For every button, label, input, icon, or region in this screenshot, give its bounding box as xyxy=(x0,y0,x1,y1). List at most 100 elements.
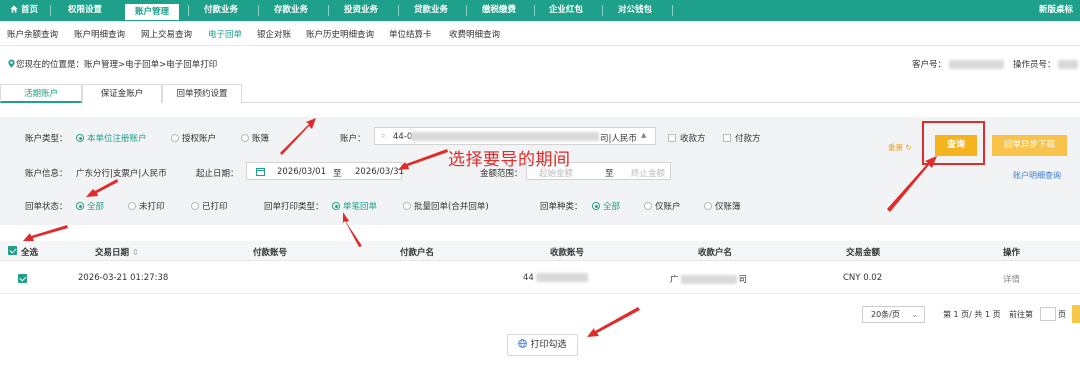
checkbox-icon xyxy=(723,134,731,142)
chevron-down-icon: ⌄ xyxy=(911,310,918,319)
select-all-checkbox[interactable] xyxy=(8,246,17,255)
goto-page-input[interactable] xyxy=(1040,307,1056,321)
location-pin-icon xyxy=(8,59,15,68)
tab-current-account[interactable]: 活期账户 xyxy=(0,84,82,103)
async-download-button[interactable]: 回单异步下载 xyxy=(992,135,1067,156)
row-payee-acct: 44 xyxy=(523,273,588,283)
subnav-balance[interactable]: 账户余额查询 xyxy=(7,28,58,40)
col-payer-acct: 付款账号 xyxy=(253,248,288,258)
amount-to-label: 至 xyxy=(605,169,614,179)
subnav-history[interactable]: 账户历史明细查询 xyxy=(306,28,374,40)
status-label: 回单状态： xyxy=(25,202,68,212)
goto-button[interactable] xyxy=(1072,305,1080,323)
payer-checkbox[interactable]: 付款方 xyxy=(723,132,761,144)
radio-checked-icon xyxy=(76,134,84,142)
row-payee-name-start: 广 xyxy=(670,275,679,285)
row-detail-link[interactable]: 详情 xyxy=(1003,273,1020,285)
nav-home[interactable]: 首页 xyxy=(4,0,44,21)
receipt-type-label: 回单种类： xyxy=(540,202,583,212)
row-payee-acct-prefix: 44 xyxy=(523,273,534,283)
status-all[interactable]: 全部 xyxy=(76,200,104,212)
operator-no-label: 操作员号： xyxy=(1013,60,1056,70)
subnav-fee-detail[interactable]: 收费明细查询 xyxy=(449,28,500,40)
subnav-settlement-card[interactable]: 单位结算卡 xyxy=(389,28,432,40)
date-range-picker[interactable]: 2026/03/01 至 2026/03/31 xyxy=(246,162,404,180)
nav-permissions[interactable]: 权限设置 xyxy=(55,0,115,21)
nav-deposit[interactable]: 存款业务 xyxy=(262,0,320,21)
date-range-label: 起止日期： xyxy=(196,169,239,179)
receipt-type-account-label: 仅账户 xyxy=(655,202,681,212)
tab-receipt-schedule[interactable]: 回单预约设置 xyxy=(162,84,242,103)
nav-red-packet[interactable]: 企业红包 xyxy=(537,0,595,21)
col-action: 操作 xyxy=(1003,248,1021,258)
highlight-box xyxy=(922,121,985,165)
page-size-select[interactable]: 20条/页 ⌄ xyxy=(862,306,925,323)
acct-type-registered[interactable]: 本单位注册账户 xyxy=(76,132,147,144)
nav-loan[interactable]: 贷款业务 xyxy=(402,0,460,21)
col-payee-acct: 收款账号 xyxy=(550,248,585,258)
account-prefix: 44-0 xyxy=(393,132,413,142)
acct-type-ledger[interactable]: 账簿 xyxy=(241,132,269,144)
page-info: 第 1 页/ 共 1 页 xyxy=(943,310,1001,319)
receipt-type-account[interactable]: 仅账户 xyxy=(644,200,681,212)
payee-checkbox[interactable]: 收款方 xyxy=(668,132,706,144)
select-all-label: 全选 xyxy=(21,248,39,258)
print-selected-label: 打印勾选 xyxy=(530,340,567,350)
print-type-single[interactable]: 单笔回单 xyxy=(332,200,377,212)
nav-payment[interactable]: 付款业务 xyxy=(192,0,250,21)
account-detail-link[interactable]: 账户明细查询 xyxy=(1013,170,1061,181)
row-payee-name-masked xyxy=(680,275,737,284)
col-date[interactable]: 交易日期 ⇕ xyxy=(95,246,139,258)
radio-icon xyxy=(644,202,652,210)
status-unprinted[interactable]: 未打印 xyxy=(128,200,165,212)
receipt-type-ledger[interactable]: 仅账簿 xyxy=(704,200,741,212)
row-checkbox[interactable] xyxy=(18,274,27,283)
calendar-icon xyxy=(256,168,265,176)
amount-to-placeholder: 终止金额 xyxy=(631,169,666,179)
nav-new-version[interactable]: 新版桌标 xyxy=(1032,0,1080,21)
breadcrumb-text: 您现在的位置是：账户管理>电子回单>电子回单打印 xyxy=(16,60,218,70)
col-date-label: 交易日期 xyxy=(95,248,130,258)
radio-checked-icon xyxy=(76,202,84,210)
row-payee-acct-masked xyxy=(535,273,588,282)
globe-icon xyxy=(518,339,528,348)
refresh-icon: ↻ xyxy=(905,143,912,152)
customer-no: 客户号： xyxy=(912,58,1004,70)
status-printed[interactable]: 已打印 xyxy=(191,200,228,212)
row-date: 2026-03-21 01:27:38 xyxy=(78,273,169,283)
acct-info-value: 广东分行|支票户|人民币 xyxy=(76,169,167,179)
subnav-detail[interactable]: 账户明细查询 xyxy=(74,28,125,40)
subnav-e-receipt[interactable]: 电子回单 xyxy=(208,28,242,40)
tab-margin-account[interactable]: 保证金账户 xyxy=(82,84,162,103)
page-unit: 页 xyxy=(1058,310,1066,319)
subnav-online-trans[interactable]: 网上交易查询 xyxy=(141,28,192,40)
reset-button[interactable]: 重置 ↻ xyxy=(888,142,912,153)
nav-investment[interactable]: 投资业务 xyxy=(331,0,391,21)
print-type-batch[interactable]: 批量回单(合并回单) xyxy=(403,200,489,212)
print-type-single-label: 单笔回单 xyxy=(343,202,378,212)
print-type-batch-label: 批量回单(合并回单) xyxy=(414,202,489,212)
receipt-type-all[interactable]: 全部 xyxy=(592,200,620,212)
col-payer-name: 付款户名 xyxy=(400,248,435,258)
nav-account-management[interactable]: 账户管理 xyxy=(124,3,180,20)
customer-no-label: 客户号： xyxy=(912,60,947,70)
subnav-reconcile[interactable]: 银企对账 xyxy=(257,28,291,40)
caret-up-icon: ▲ xyxy=(641,131,647,139)
start-date: 2026/03/01 xyxy=(277,167,326,177)
operator-no-masked xyxy=(1058,60,1079,69)
nav-tax[interactable]: 缴税缴费 xyxy=(470,0,528,21)
home-icon xyxy=(10,5,18,13)
receipt-type-all-label: 全部 xyxy=(603,202,621,212)
acct-type-authorized[interactable]: 授权账户 xyxy=(171,132,216,144)
account-suffix: 司|人民币 xyxy=(600,134,637,144)
table-row[interactable]: 2026-03-21 01:27:38 44 广司 CNY 0.02 详情 xyxy=(0,262,1080,294)
print-selected-button[interactable]: 打印勾选 xyxy=(507,334,578,356)
nav-wallet[interactable]: 对公钱包 xyxy=(606,0,664,21)
status-unprinted-label: 未打印 xyxy=(139,202,165,212)
acct-type-authorized-label: 授权账户 xyxy=(182,134,217,144)
account-select[interactable]: ⌕ 44-0 司|人民币 ▲ xyxy=(374,127,656,145)
row-payee-name: 广司 xyxy=(670,273,747,285)
radio-icon xyxy=(171,134,179,142)
goto-label: 前往第 xyxy=(1009,310,1033,319)
row-payee-name-end: 司 xyxy=(738,275,748,285)
